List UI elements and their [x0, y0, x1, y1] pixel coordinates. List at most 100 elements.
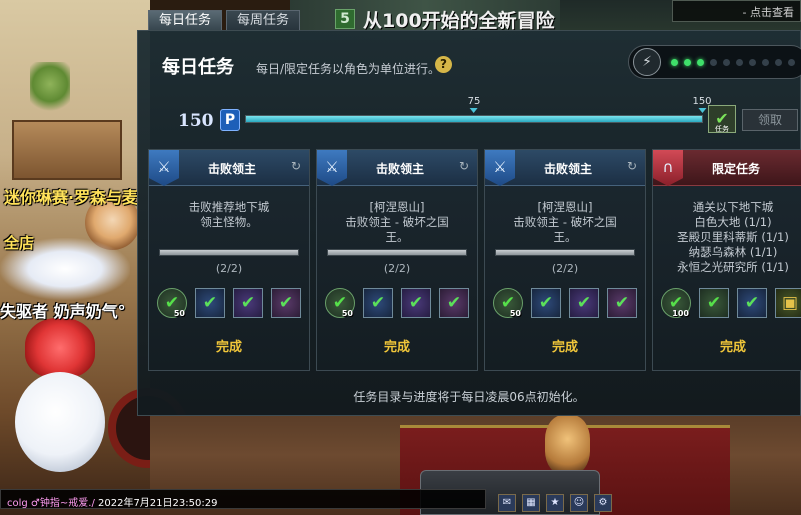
card-progress-text: (2/2)	[215, 262, 243, 275]
card-header: ∩ 限定任务	[653, 150, 801, 186]
energy-dot	[788, 58, 795, 66]
milestone-marker: 75	[468, 96, 480, 113]
event-icon[interactable]: ★	[546, 494, 564, 512]
card-title: 限定任务	[711, 162, 760, 176]
boss-quest-card[interactable]: ⚔ 击败领主 ↻ 击败推荐地下城 领主怪物。 (2/2) ✔ 50 ✔ ✔ ✔ 完成	[148, 149, 310, 371]
chat-sender: colg ♂钟指~戒爱./	[7, 498, 95, 509]
card-progress-text: (2/2)	[551, 262, 579, 275]
description-line: 纳瑟乌森林 (1/1)	[688, 245, 778, 259]
energy-meter: ⚡	[628, 45, 801, 79]
refresh-icon[interactable]: ↻	[625, 159, 639, 173]
description-line: 圣殿贝里科蒂斯 (1/1)	[677, 230, 789, 244]
calendar-icon[interactable]: ▦	[522, 494, 540, 512]
reward-quantity: 50	[173, 309, 185, 318]
daily-quest-window: 每日任务 每日/限定任务以角色为单位进行。 ? ⚡ 150 P 75 150 ✔ 任…	[137, 30, 801, 416]
chat-timestamp: 2022年7月21日23:50:29	[98, 498, 218, 509]
claim-button[interactable]: 领取	[742, 109, 798, 131]
boss-quest-card[interactable]: ⚔ 击败领主 ↻ [柯涅恩山] 击败领主 - 破坏之国 王。 (2/2) ✔ 50 ✔ ✔ ✔ 完成	[316, 149, 478, 371]
reset-note: 任务目录与进度将于每日凌晨06点初始化。	[353, 390, 585, 404]
reward-quantity: 50	[509, 309, 521, 318]
milestone-arrow-icon	[469, 108, 478, 113]
reward-check-icon[interactable]: ✔	[439, 288, 469, 318]
card-status: 完成	[551, 340, 578, 355]
card-progress-bar	[495, 249, 635, 256]
sword-emblem-icon: ⚔	[485, 150, 515, 186]
card-rewards: ✔ 50 ✔ ✔ ✔	[325, 288, 469, 318]
snowman-pet	[15, 372, 105, 472]
description-line: 白色大地 (1/1)	[694, 215, 772, 229]
banner-text: 从100开始的全新冒险	[363, 9, 555, 32]
lightning-icon: ⚡	[633, 48, 661, 76]
description-line: 王。	[553, 230, 577, 244]
reward-check-icon[interactable]: ✔ 100	[661, 288, 691, 318]
card-title: 击败领主	[543, 162, 592, 176]
reward-icon-label: 任务	[715, 125, 729, 133]
player-character	[25, 318, 95, 378]
reward-check-icon[interactable]: ✔	[233, 288, 263, 318]
card-rewards: ✔ 100 ✔ ✔ ▣	[661, 288, 801, 318]
reward-check-icon[interactable]: ✔	[271, 288, 301, 318]
reward-check-icon[interactable]: ✔	[699, 288, 729, 318]
limited-quest-card[interactable]: ∩ 限定任务通关以下地下城 白色大地 (1/1) 圣殿贝里科蒂斯 (1/1) 纳瑟乌森林…	[652, 149, 801, 371]
cabinet	[12, 120, 122, 180]
reward-check-icon[interactable]: ✔ 50	[493, 288, 523, 318]
description-line: 永恒之光研究所 (1/1)	[677, 260, 789, 274]
description-line: [柯涅恩山]	[537, 200, 593, 214]
npc-doll	[545, 415, 590, 475]
milestone-arrow-icon	[698, 108, 706, 113]
card-status: 完成	[383, 340, 410, 355]
reward-check-icon[interactable]: ✔	[737, 288, 767, 318]
notification-box[interactable]: - 点击查看	[672, 0, 801, 22]
card-progress-bar	[159, 249, 299, 256]
description-line: 击败领主 - 破坏之国	[513, 215, 617, 229]
card-progress-fill	[496, 250, 634, 255]
reward-check-icon[interactable]: ✔	[401, 288, 431, 318]
card-description: [柯涅恩山] 击败领主 - 破坏之国 王。	[325, 200, 469, 245]
event-banner[interactable]: 5 从100开始的全新冒险	[335, 6, 555, 32]
card-description: 通关以下地下城 白色大地 (1/1) 圣殿贝里科蒂斯 (1/1) 纳瑟乌森林 (1/1…	[661, 200, 801, 275]
energy-dot	[671, 58, 678, 66]
tab-daily[interactable]: 每日任务	[148, 10, 223, 32]
energy-dot	[697, 58, 704, 66]
description-line: 击败推荐地下城	[188, 200, 270, 214]
card-status: 完成	[215, 340, 242, 355]
settings-icon[interactable]: ⚙	[594, 494, 612, 512]
milestone-reward-icon[interactable]: ✔ 任务	[708, 105, 736, 133]
card-rewards: ✔ 50 ✔ ✔ ✔	[157, 288, 301, 318]
reward-box-icon[interactable]: ▣	[775, 288, 801, 318]
reward-check-icon[interactable]: ✔	[607, 288, 637, 318]
reward-check-icon[interactable]: ✔ 50	[157, 288, 187, 318]
card-progress-text: (2/2)	[383, 262, 411, 275]
question-icon[interactable]: ?	[435, 56, 452, 73]
card-rewards: ✔ 50 ✔ ✔ ✔	[493, 288, 637, 318]
refresh-icon[interactable]: ↻	[289, 159, 303, 173]
level-badge: 5	[335, 9, 355, 29]
description-line: 领主怪物。	[200, 215, 258, 229]
tab-weekly[interactable]: 每周任务	[226, 10, 301, 32]
points-progress-fill	[246, 116, 702, 122]
refresh-icon[interactable]: ↻	[457, 159, 471, 173]
reward-check-icon[interactable]: ✔	[195, 288, 225, 318]
card-description: [柯涅恩山] 击败领主 - 破坏之国 王。	[493, 200, 637, 245]
reward-check-icon[interactable]: ✔	[531, 288, 561, 318]
town-background	[0, 0, 188, 515]
sword-emblem-icon: ⚔	[317, 150, 347, 186]
boss-quest-card[interactable]: ⚔ 击败领主 ↻ [柯涅恩山] 击败领主 - 破坏之国 王。 (2/2) ✔ 50 ✔ ✔ ✔ 完成	[484, 149, 646, 371]
points-progress-bar: 75 150	[245, 96, 712, 123]
description-line: 击败领主 - 破坏之国	[345, 215, 449, 229]
energy-dot	[736, 58, 743, 66]
card-header: ⚔ 击败领主 ↻	[317, 150, 477, 186]
reward-check-icon[interactable]: ✔	[569, 288, 599, 318]
chat-input-bar[interactable]: colg ♂钟指~戒爱./ 2022年7月21日23:50:29	[0, 489, 486, 509]
quest-cards: ⚔ 击败领主 ↻ 击败推荐地下城 领主怪物。 (2/2) ✔ 50 ✔ ✔ ✔ 完成 ⚔ 击败领主 ↻ [柯涅…	[148, 149, 801, 371]
guild-nameplate: 全店	[4, 234, 35, 252]
card-progress-fill	[328, 250, 466, 255]
points-icon: P	[220, 109, 240, 131]
reward-check-icon[interactable]: ✔ 50	[325, 288, 355, 318]
quest-tabs: 每日任务 每周任务	[148, 10, 301, 32]
character-icon[interactable]: ☺	[570, 494, 588, 512]
card-title: 击败领主	[375, 162, 424, 176]
reward-check-icon[interactable]: ✔	[363, 288, 393, 318]
mail-icon[interactable]: ✉	[498, 494, 516, 512]
reward-quantity: 100	[672, 309, 689, 318]
